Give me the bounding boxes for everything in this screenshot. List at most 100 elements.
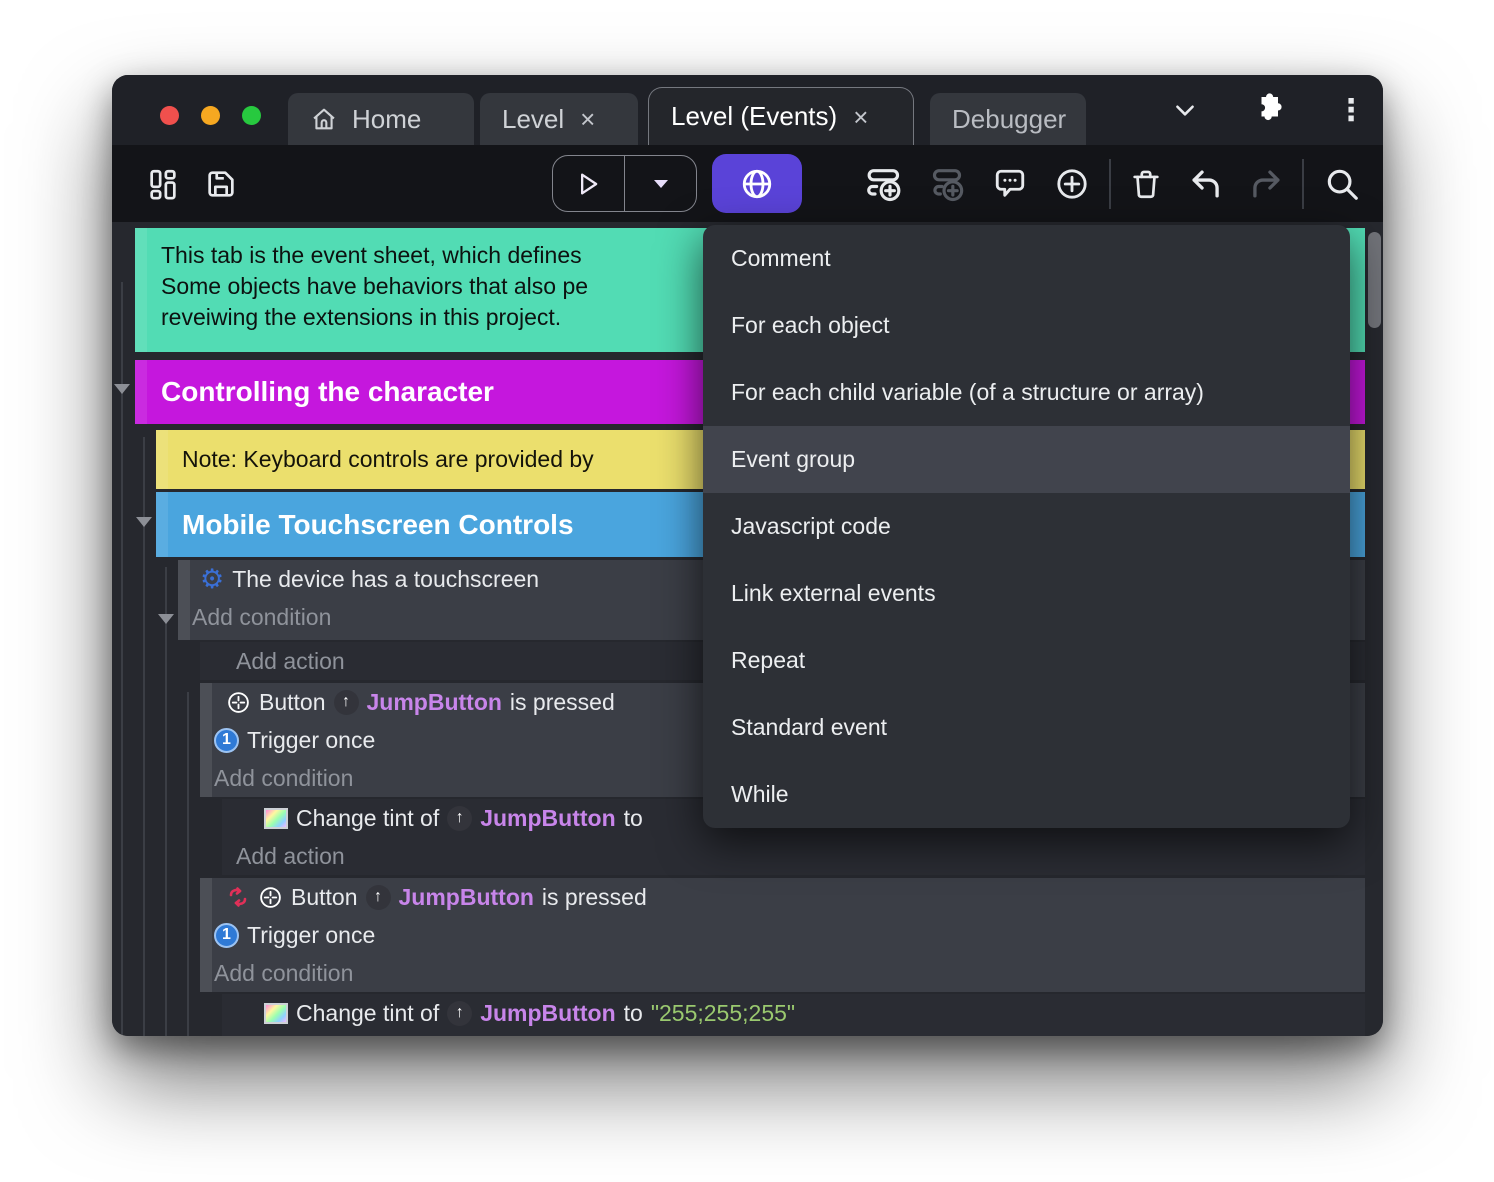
row-handle[interactable] [135, 228, 147, 352]
condition-text: The device has a touchscreen [232, 565, 540, 592]
gamepad-icon [258, 885, 283, 910]
undo-icon[interactable] [1182, 145, 1230, 222]
trigger-once-icon: 1 [214, 727, 239, 753]
menu-item-for-each-child-variable[interactable]: For each child variable (of a structure … [703, 359, 1350, 426]
menu-item-while[interactable]: While [703, 761, 1350, 828]
zoom-window-button[interactable] [242, 106, 261, 125]
menu-item-event-group[interactable]: Event group [703, 426, 1350, 493]
action-text: Change tint of [296, 999, 440, 1026]
circle-plus-icon[interactable] [1050, 145, 1094, 222]
close-window-button[interactable] [160, 106, 179, 125]
menu-item-label: For each child variable (of a structure … [731, 379, 1204, 405]
tab-level-events-close-icon[interactable]: × [851, 104, 870, 130]
menu-item-for-each-object[interactable]: For each object [703, 292, 1350, 359]
tint-color-icon [264, 1002, 288, 1024]
row-handle[interactable] [178, 560, 190, 640]
up-arrow-badge-icon: ↑ [365, 884, 391, 910]
tab-level-events-label: Level (Events) [671, 101, 838, 131]
up-arrow-badge-icon: ↑ [447, 805, 473, 831]
object-name: JumpButton [366, 688, 502, 715]
row-handle[interactable] [135, 360, 147, 424]
tree-line [187, 692, 189, 1036]
action-change-tint-white[interactable]: Change tint of ↑ JumpButton to "255;255;… [222, 994, 1365, 1036]
play-button[interactable] [553, 156, 624, 211]
condition-text: Button [291, 883, 358, 910]
search-icon[interactable] [1318, 145, 1366, 222]
invert-condition-icon [226, 884, 250, 910]
row-handle[interactable] [156, 430, 168, 489]
tab-level-events[interactable]: Level (Events) × [648, 87, 914, 145]
event-jumpbutton-not-pressed[interactable]: Button ↑ JumpButton is pressed 1 Trigger… [200, 878, 1365, 992]
tab-home-label: Home [352, 103, 422, 134]
menu-item-label: Repeat [731, 647, 806, 673]
redo-icon[interactable] [1242, 145, 1290, 222]
delete-icon[interactable] [1124, 145, 1168, 222]
action-text: to [623, 804, 643, 831]
home-icon [310, 105, 338, 133]
row-handle[interactable] [156, 492, 168, 557]
add-event-context-menu: Comment For each object For each child v… [703, 225, 1350, 828]
menu-item-comment[interactable]: Comment [703, 225, 1350, 292]
play-options-dropdown[interactable] [625, 156, 696, 211]
layout-panels-icon[interactable] [142, 145, 184, 222]
screenshot-stage: Home Level × Level (Events) × Debugger ⋮… [0, 0, 1494, 1182]
note-text: Note: Keyboard controls are provided by [182, 446, 594, 472]
tab-level[interactable]: Level × [480, 93, 638, 145]
row-handle[interactable] [200, 683, 212, 797]
trigger-once-icon: 1 [214, 922, 239, 948]
menu-item-label: Standard event [731, 714, 888, 740]
add-event-icon[interactable] [862, 145, 908, 222]
tab-debugger[interactable]: Debugger [930, 93, 1086, 145]
menu-item-javascript-code[interactable]: Javascript code [703, 493, 1350, 560]
save-icon[interactable] [200, 145, 242, 222]
menu-item-link-external-events[interactable]: Link external events [703, 560, 1350, 627]
menu-item-label: Comment [731, 245, 831, 271]
action-text: to [623, 999, 643, 1026]
object-name: JumpButton [398, 883, 534, 910]
chevron-down-icon[interactable] [1170, 97, 1200, 123]
condition-text: Button [259, 688, 326, 715]
menu-item-repeat[interactable]: Repeat [703, 627, 1350, 694]
tab-level-close-icon[interactable]: × [578, 106, 597, 132]
object-name: JumpButton [480, 999, 616, 1026]
title-bar: Home Level × Level (Events) × Debugger ⋮ [112, 75, 1383, 145]
tab-home[interactable]: Home [288, 93, 474, 145]
menu-item-standard-event[interactable]: Standard event [703, 694, 1350, 761]
vertical-scrollbar-thumb[interactable] [1368, 232, 1381, 328]
gamepad-icon [226, 690, 251, 715]
extensions-puzzle-icon[interactable] [1248, 91, 1284, 127]
tree-line [121, 282, 123, 1036]
group-title: Controlling the character [161, 376, 494, 407]
toolbar-separator [1109, 159, 1111, 209]
up-arrow-badge-icon: ↑ [333, 689, 359, 715]
collapse-arrow-icon[interactable] [114, 384, 130, 394]
condition-text: is pressed [509, 688, 615, 715]
object-name: JumpButton [480, 804, 616, 831]
kebab-menu-icon[interactable]: ⋮ [1336, 93, 1366, 128]
toolbar [112, 145, 1383, 222]
minimize-window-button[interactable] [201, 106, 220, 125]
add-action-button[interactable]: Add action [236, 1032, 1365, 1036]
tree-line [165, 567, 167, 1036]
row-handle[interactable] [200, 878, 212, 992]
collapse-arrow-icon[interactable] [136, 517, 152, 527]
gear-icon: ⚙ [200, 563, 225, 595]
action-text: Change tint of [296, 804, 440, 831]
collapse-arrow-icon[interactable] [158, 614, 174, 624]
app-window: Home Level × Level (Events) × Debugger ⋮… [112, 75, 1383, 1036]
tint-color-icon [264, 807, 288, 829]
menu-item-label: Event group [731, 446, 856, 472]
add-subevent-icon[interactable] [924, 145, 970, 222]
menu-item-label: Link external events [731, 580, 936, 606]
add-action-label: Add action [236, 647, 345, 674]
tab-debugger-label: Debugger [952, 103, 1067, 134]
preview-over-network-button[interactable] [712, 154, 802, 213]
menu-item-label: While [731, 781, 789, 807]
add-action-button[interactable]: Add action [236, 837, 1365, 875]
play-split-button [552, 155, 697, 212]
add-condition-button[interactable]: Add condition [214, 954, 1365, 992]
tab-level-label: Level [502, 103, 565, 134]
condition-text: Trigger once [247, 921, 376, 948]
add-comment-icon[interactable] [988, 145, 1032, 222]
menu-item-label: For each object [731, 312, 890, 338]
